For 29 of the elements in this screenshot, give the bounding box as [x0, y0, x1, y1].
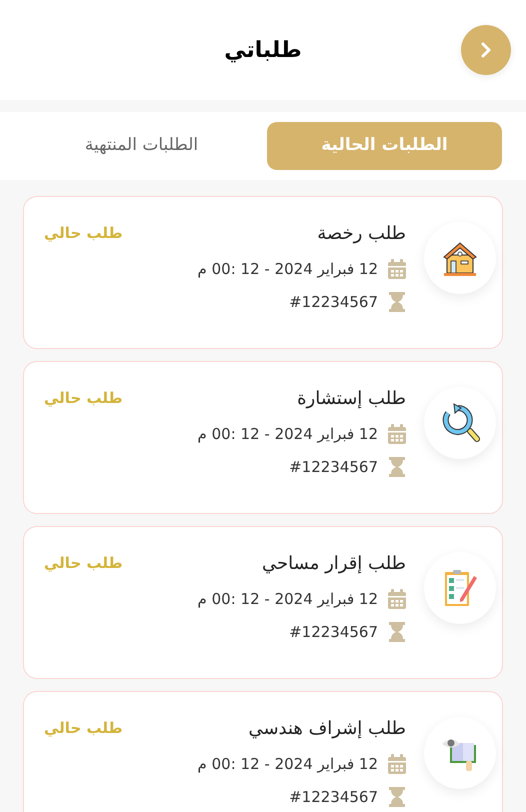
hourglass-icon: [388, 292, 406, 312]
hourglass-icon: [388, 457, 406, 477]
magnifier-icon: [440, 403, 480, 443]
calendar-icon: [388, 259, 406, 279]
hourglass-icon: [388, 622, 406, 642]
status-label: طلب حالي: [44, 223, 123, 244]
request-date: 12 فبراير 2024 - 12 :00 م: [198, 424, 378, 445]
request-number: #12234567: [289, 292, 378, 312]
calendar-icon: [388, 424, 406, 444]
tab[interactable]: الطلبات المنتهية: [24, 122, 259, 170]
back-button[interactable]: [461, 25, 511, 75]
request-number: #12234567: [289, 457, 378, 477]
status-label: طلب حالي: [44, 553, 123, 574]
status-label: طلب حالي: [44, 718, 123, 739]
request-title: طلب رخصة: [316, 222, 406, 246]
request-title: طلب إشراف هندسي: [247, 717, 406, 741]
request-date: 12 فبراير 2024 - 12 :00 م: [198, 754, 378, 775]
request-number: #12234567: [289, 622, 378, 642]
calendar-icon: [388, 754, 406, 774]
hourglass-icon: [388, 787, 406, 807]
request-date: 12 فبراير 2024 - 12 :00 م: [198, 589, 378, 610]
calendar-icon: [388, 589, 406, 609]
chevron-right-icon: [480, 41, 492, 59]
request-title: طلب إقرار مساحي: [261, 552, 406, 576]
request-title: طلب إستشارة: [296, 387, 406, 411]
page-title: طلباتي: [224, 36, 302, 64]
status-label: طلب حالي: [44, 388, 123, 409]
request-date: 12 فبراير 2024 - 12 :00 م: [198, 259, 378, 280]
request-number: #12234567: [289, 787, 378, 807]
